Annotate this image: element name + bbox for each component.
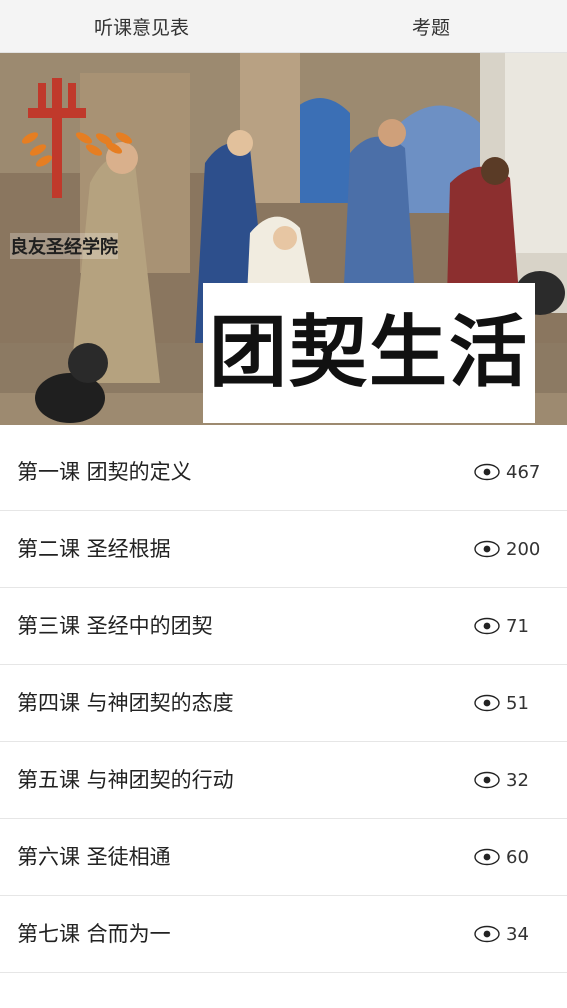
view-count: 200 xyxy=(506,538,541,560)
tab-exam-questions[interactable]: 考题 xyxy=(412,0,450,52)
banner-title: 团契生活 xyxy=(203,283,536,423)
lesson-title: 第七课 合而为一 xyxy=(17,922,171,946)
view-count-group: 200 xyxy=(474,511,540,587)
lesson-row-6[interactable]: 第六课 圣徒相通 60 xyxy=(0,819,567,896)
eye-icon xyxy=(474,540,500,558)
view-count-group: 71 xyxy=(474,588,529,664)
eye-icon xyxy=(474,463,500,481)
eye-icon xyxy=(474,617,500,635)
view-count-group: 34 xyxy=(474,896,529,972)
view-count-group: 60 xyxy=(474,819,529,895)
page: 听课意见表 考题 良友圣经学院 团契生活 第一课 团契的定义 467 第二课 圣… xyxy=(0,0,567,1008)
view-count: 60 xyxy=(506,846,529,868)
lesson-title: 第二课 圣经根据 xyxy=(17,537,171,561)
view-count-group: 467 xyxy=(474,434,540,510)
lesson-row-4[interactable]: 第四课 与神团契的态度 51 xyxy=(0,665,567,742)
eye-icon xyxy=(474,925,500,943)
view-count: 467 xyxy=(506,461,541,483)
tab-feedback-form[interactable]: 听课意见表 xyxy=(94,0,189,52)
lesson-list: 第一课 团契的定义 467 第二课 圣经根据 200 第三课 圣经中的团契 71… xyxy=(0,434,567,973)
lesson-title: 第四课 与神团契的态度 xyxy=(17,691,234,715)
top-tab-bar: 听课意见表 考题 xyxy=(0,0,567,53)
lesson-row-7[interactable]: 第七课 合而为一 34 xyxy=(0,896,567,973)
lesson-row-5[interactable]: 第五课 与神团契的行动 32 xyxy=(0,742,567,819)
eye-icon xyxy=(474,848,500,866)
course-banner: 良友圣经学院 团契生活 xyxy=(0,53,567,425)
lesson-title: 第六课 圣徒相通 xyxy=(17,845,171,869)
view-count-group: 51 xyxy=(474,665,529,741)
lesson-row-1[interactable]: 第一课 团契的定义 467 xyxy=(0,434,567,511)
view-count-group: 32 xyxy=(474,742,529,818)
view-count: 51 xyxy=(506,692,529,714)
lesson-title: 第五课 与神团契的行动 xyxy=(17,768,234,792)
lesson-title: 第三课 圣经中的团契 xyxy=(17,614,213,638)
view-count: 34 xyxy=(506,923,529,945)
eye-icon xyxy=(474,771,500,789)
lesson-title: 第一课 团契的定义 xyxy=(17,460,192,484)
logo-caption: 良友圣经学院 xyxy=(10,233,118,259)
view-count: 71 xyxy=(506,615,529,637)
lesson-row-3[interactable]: 第三课 圣经中的团契 71 xyxy=(0,588,567,665)
eye-icon xyxy=(474,694,500,712)
view-count: 32 xyxy=(506,769,529,791)
lesson-row-2[interactable]: 第二课 圣经根据 200 xyxy=(0,511,567,588)
